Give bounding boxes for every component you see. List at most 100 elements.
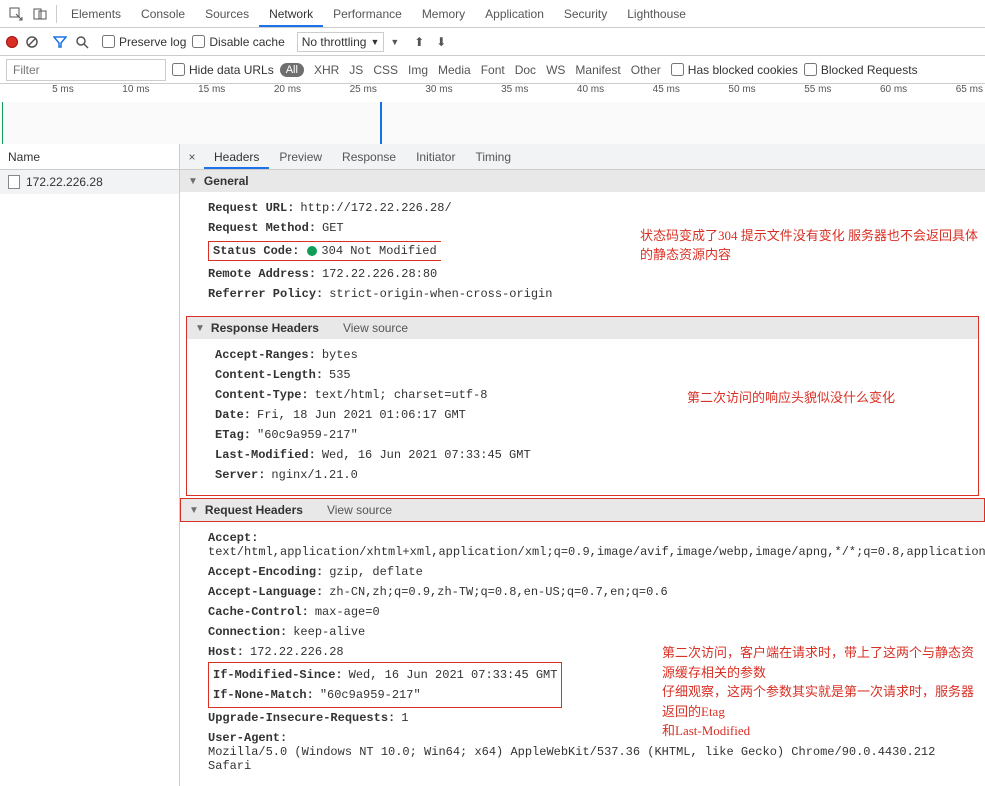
header-row: Connection: keep-alive — [208, 622, 977, 642]
header-value: Mozilla/5.0 (Windows NT 10.0; Win64; x64… — [208, 745, 977, 773]
timeline-tick: 45 ms — [606, 84, 682, 102]
header-value: zh-CN,zh;q=0.9,zh-TW;q=0.8,en-US;q=0.7,e… — [329, 585, 667, 599]
header-value: http://172.22.226.28/ — [300, 201, 451, 215]
type-filter-font[interactable]: Font — [477, 63, 509, 77]
preserve-log-checkbox[interactable]: Preserve log — [102, 35, 186, 49]
type-filter-img[interactable]: Img — [404, 63, 432, 77]
timeline-tick: 5 ms — [0, 84, 76, 102]
header-value: max-age=0 — [315, 605, 380, 619]
timeline-tick: 15 ms — [152, 84, 228, 102]
has-blocked-checkbox[interactable]: Has blocked cookies — [671, 63, 798, 77]
header-value: 1 — [401, 711, 408, 725]
tab-elements[interactable]: Elements — [61, 1, 131, 27]
record-button[interactable] — [6, 36, 18, 48]
timeline-tick: 10 ms — [76, 84, 152, 102]
annotation: 第二次访问的响应头貌似没什么变化 — [687, 387, 895, 406]
header-key: Request URL: — [208, 201, 294, 215]
tab-performance[interactable]: Performance — [323, 1, 412, 27]
header-key: Upgrade-Insecure-Requests: — [208, 711, 395, 725]
header-row: Remote Address:172.22.226.28:80 — [208, 264, 977, 284]
type-filter-other[interactable]: Other — [627, 63, 665, 77]
tab-lighthouse[interactable]: Lighthouse — [617, 1, 696, 27]
timeline-tick: 25 ms — [303, 84, 379, 102]
detail-tab-headers[interactable]: Headers — [204, 145, 269, 169]
header-value: gzip, deflate — [329, 565, 423, 579]
timeline-tick: 50 ms — [682, 84, 758, 102]
header-value: text/html,application/xhtml+xml,applicat… — [208, 545, 985, 559]
type-filter-css[interactable]: CSS — [369, 63, 402, 77]
tab-security[interactable]: Security — [554, 1, 617, 27]
header-row: If-None-Match:"60c9a959-217" — [213, 685, 557, 705]
inspect-icon[interactable] — [4, 2, 28, 26]
request-row[interactable]: 172.22.226.28 — [0, 170, 179, 194]
search-icon[interactable] — [74, 34, 90, 50]
header-key: Accept-Language: — [208, 585, 323, 599]
type-filter-manifest[interactable]: Manifest — [571, 63, 624, 77]
detail-tab-preview[interactable]: Preview — [269, 145, 332, 169]
header-row: If-Modified-Since:Wed, 16 Jun 2021 07:33… — [213, 665, 557, 685]
view-source-link[interactable]: View source — [327, 503, 392, 517]
header-value: keep-alive — [293, 625, 365, 639]
tab-console[interactable]: Console — [131, 1, 195, 27]
timeline-tick: 20 ms — [227, 84, 303, 102]
name-column-header[interactable]: Name — [0, 144, 179, 170]
separator — [56, 5, 57, 23]
header-key: Connection: — [208, 625, 287, 639]
header-key: Content-Type: — [215, 388, 309, 402]
filter-icon[interactable] — [52, 34, 68, 50]
timeline[interactable]: 5 ms10 ms15 ms20 ms25 ms30 ms35 ms40 ms4… — [0, 84, 985, 144]
header-key: Last-Modified: — [215, 448, 316, 462]
type-filter-media[interactable]: Media — [434, 63, 475, 77]
type-filter-xhr[interactable]: XHR — [310, 63, 343, 77]
header-key: If-Modified-Since: — [213, 668, 343, 682]
header-key: Referrer Policy: — [208, 287, 323, 301]
header-key: Host: — [208, 645, 244, 659]
timeline-tick: 40 ms — [530, 84, 606, 102]
header-value: text/html; charset=utf-8 — [315, 388, 488, 402]
type-filter-ws[interactable]: WS — [542, 63, 569, 77]
detail-pane: × HeadersPreviewResponseInitiatorTiming … — [180, 144, 985, 786]
detail-tab-response[interactable]: Response — [332, 145, 406, 169]
annotation: 状态码变成了304 提示文件没有变化 服务器也不会返回具体的静态资源内容 — [640, 225, 985, 263]
response-headers-section-header[interactable]: ▼Response HeadersView source — [187, 317, 978, 339]
header-row: ETag: "60c9a959-217" — [215, 425, 970, 445]
detail-tab-initiator[interactable]: Initiator — [406, 145, 465, 169]
timeline-tick: 55 ms — [758, 84, 834, 102]
tab-network[interactable]: Network — [259, 1, 323, 27]
header-value: 172.22.226.28:80 — [322, 267, 437, 281]
device-icon[interactable] — [28, 2, 52, 26]
header-key: ETag: — [215, 428, 251, 442]
tab-sources[interactable]: Sources — [195, 1, 259, 27]
header-row: Date:Fri, 18 Jun 2021 01:06:17 GMT — [215, 405, 970, 425]
general-section-header[interactable]: ▼General — [180, 170, 985, 192]
hide-data-urls-checkbox[interactable]: Hide data URLs — [172, 63, 274, 77]
header-value: "60c9a959-217" — [257, 428, 358, 442]
detail-tab-timing[interactable]: Timing — [465, 145, 521, 169]
disable-cache-checkbox[interactable]: Disable cache — [192, 35, 284, 49]
header-row: Server:nginx/1.21.0 — [215, 465, 970, 485]
view-source-link[interactable]: View source — [343, 321, 408, 335]
header-key: If-None-Match: — [213, 688, 314, 702]
close-icon[interactable]: × — [180, 150, 204, 164]
filter-input[interactable] — [6, 59, 166, 81]
header-row: Last-Modified:Wed, 16 Jun 2021 07:33:45 … — [215, 445, 970, 465]
header-key: Content-Length: — [215, 368, 323, 382]
download-icon[interactable]: ⬇ — [433, 34, 449, 50]
blocked-requests-checkbox[interactable]: Blocked Requests — [804, 63, 918, 77]
header-value: GET — [322, 221, 344, 235]
header-key: Accept-Encoding: — [208, 565, 323, 579]
header-value: strict-origin-when-cross-origin — [329, 287, 552, 301]
filter-all[interactable]: All — [280, 63, 304, 77]
upload-icon[interactable]: ⬆ — [411, 34, 427, 50]
filter-toolbar: Hide data URLs All XHRJSCSSImgMediaFontD… — [0, 56, 985, 84]
tab-memory[interactable]: Memory — [412, 1, 475, 27]
type-filter-js[interactable]: JS — [345, 63, 367, 77]
header-value: bytes — [322, 348, 358, 362]
type-filter-doc[interactable]: Doc — [511, 63, 540, 77]
request-headers-section-header[interactable]: ▼Request HeadersView source — [180, 498, 985, 522]
throttling-select[interactable]: No throttling▼ — [297, 32, 385, 52]
document-icon — [8, 175, 20, 189]
clear-button[interactable] — [24, 34, 40, 50]
tab-application[interactable]: Application — [475, 1, 554, 27]
request-name: 172.22.226.28 — [26, 175, 103, 189]
